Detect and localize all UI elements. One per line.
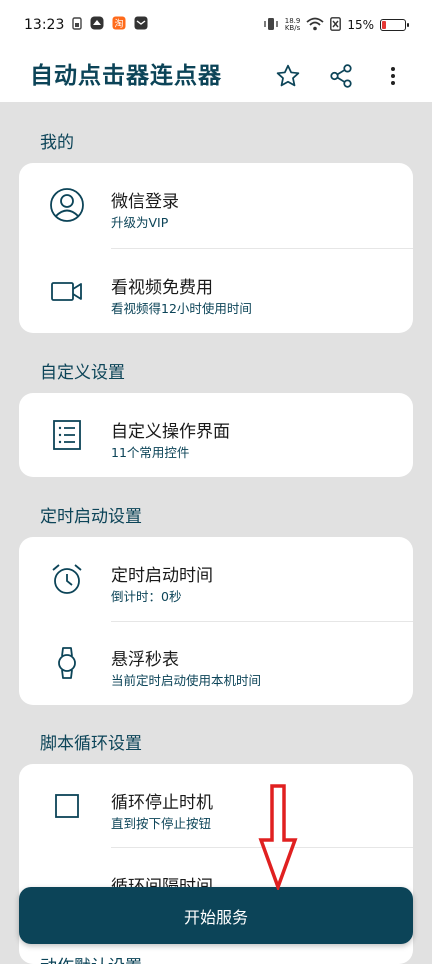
arrow-down-icon bbox=[258, 784, 298, 890]
card-mine: 微信登录 升级为VIP 看视频免费用 看视频得12小时使用时间 bbox=[19, 163, 413, 333]
item-title: 循环停止时机 bbox=[111, 793, 213, 813]
share-button[interactable] bbox=[323, 58, 359, 94]
share-icon bbox=[330, 64, 352, 88]
section-title-default-actions: 动作默认设置 bbox=[40, 952, 142, 964]
item-subtitle: 直到按下停止按钮 bbox=[111, 816, 212, 831]
app-bar: 自动点击器连点器 bbox=[0, 50, 432, 102]
item-subtitle: 当前定时启动使用本机时间 bbox=[111, 673, 262, 688]
battery-percent: 15% bbox=[347, 18, 374, 32]
status-bar-right: 18.9 KB/s 15% bbox=[263, 16, 409, 34]
more-vert-icon bbox=[391, 67, 395, 85]
status-bar-left: 13:23 淘 bbox=[24, 16, 148, 34]
list-item-wechat-login[interactable]: 微信登录 升级为VIP bbox=[19, 163, 413, 247]
section-title-custom: 自定义设置 bbox=[40, 363, 125, 383]
list-item-custom-ui[interactable]: 自定义操作界面 11个常用控件 bbox=[19, 393, 413, 477]
list-item-timer-start[interactable]: 定时启动时间 倒计时：0秒 bbox=[19, 537, 413, 621]
status-bar: 13:23 淘 18.9 KB/s 15% bbox=[0, 0, 432, 50]
list-icon bbox=[53, 420, 81, 450]
star-icon bbox=[276, 64, 300, 87]
svg-text:淘: 淘 bbox=[115, 18, 124, 30]
alarm-clock-icon bbox=[52, 564, 82, 594]
mail-icon bbox=[134, 16, 148, 34]
card-timer: 定时启动时间 倒计时：0秒 悬浮秒表 当前定时启动使用本机时间 bbox=[19, 537, 413, 705]
app-icon bbox=[90, 16, 104, 34]
user-avatar-icon bbox=[50, 188, 84, 222]
status-time: 13:23 bbox=[24, 17, 65, 33]
wifi-icon bbox=[306, 17, 324, 34]
card-custom: 自定义操作界面 11个常用控件 bbox=[19, 393, 413, 477]
list-item-floating-stopwatch[interactable]: 悬浮秒表 当前定时启动使用本机时间 bbox=[19, 621, 413, 705]
net-rate: 18.9 KB/s bbox=[285, 18, 301, 32]
section-title-mine: 我的 bbox=[40, 133, 74, 153]
item-subtitle: 升级为VIP bbox=[111, 215, 169, 230]
favorite-button[interactable] bbox=[270, 58, 306, 94]
shop-icon: 淘 bbox=[112, 16, 126, 34]
net-rate-unit: KB/s bbox=[284, 24, 301, 32]
item-subtitle: 11个常用控件 bbox=[111, 445, 190, 460]
video-camera-icon bbox=[51, 282, 82, 301]
item-subtitle: 倒计时：0秒 bbox=[111, 589, 182, 604]
app-title: 自动点击器连点器 bbox=[30, 63, 222, 89]
square-icon bbox=[55, 794, 79, 818]
battery-icon bbox=[380, 19, 409, 31]
item-title: 自定义操作界面 bbox=[111, 422, 230, 442]
item-title: 微信登录 bbox=[111, 192, 179, 212]
list-item-loop-stop[interactable]: 循环停止时机 直到按下停止按钮 bbox=[19, 764, 413, 848]
section-title-timer: 定时启动设置 bbox=[40, 507, 142, 527]
more-options-button[interactable] bbox=[375, 58, 411, 94]
section-title-loop: 脚本循环设置 bbox=[40, 734, 142, 754]
watch-icon bbox=[58, 647, 76, 679]
item-title: 定时启动时间 bbox=[111, 566, 213, 586]
item-subtitle: 看视频得12小时使用时间 bbox=[111, 301, 252, 316]
no-sim-icon bbox=[330, 16, 342, 34]
sim-icon bbox=[72, 16, 83, 34]
list-item-watch-video[interactable]: 看视频免费用 看视频得12小时使用时间 bbox=[19, 249, 413, 333]
vibrate-icon bbox=[263, 17, 279, 34]
item-title: 看视频免费用 bbox=[111, 278, 213, 298]
start-service-button[interactable]: 开始服务 bbox=[19, 887, 413, 944]
item-title: 悬浮秒表 bbox=[111, 650, 179, 670]
